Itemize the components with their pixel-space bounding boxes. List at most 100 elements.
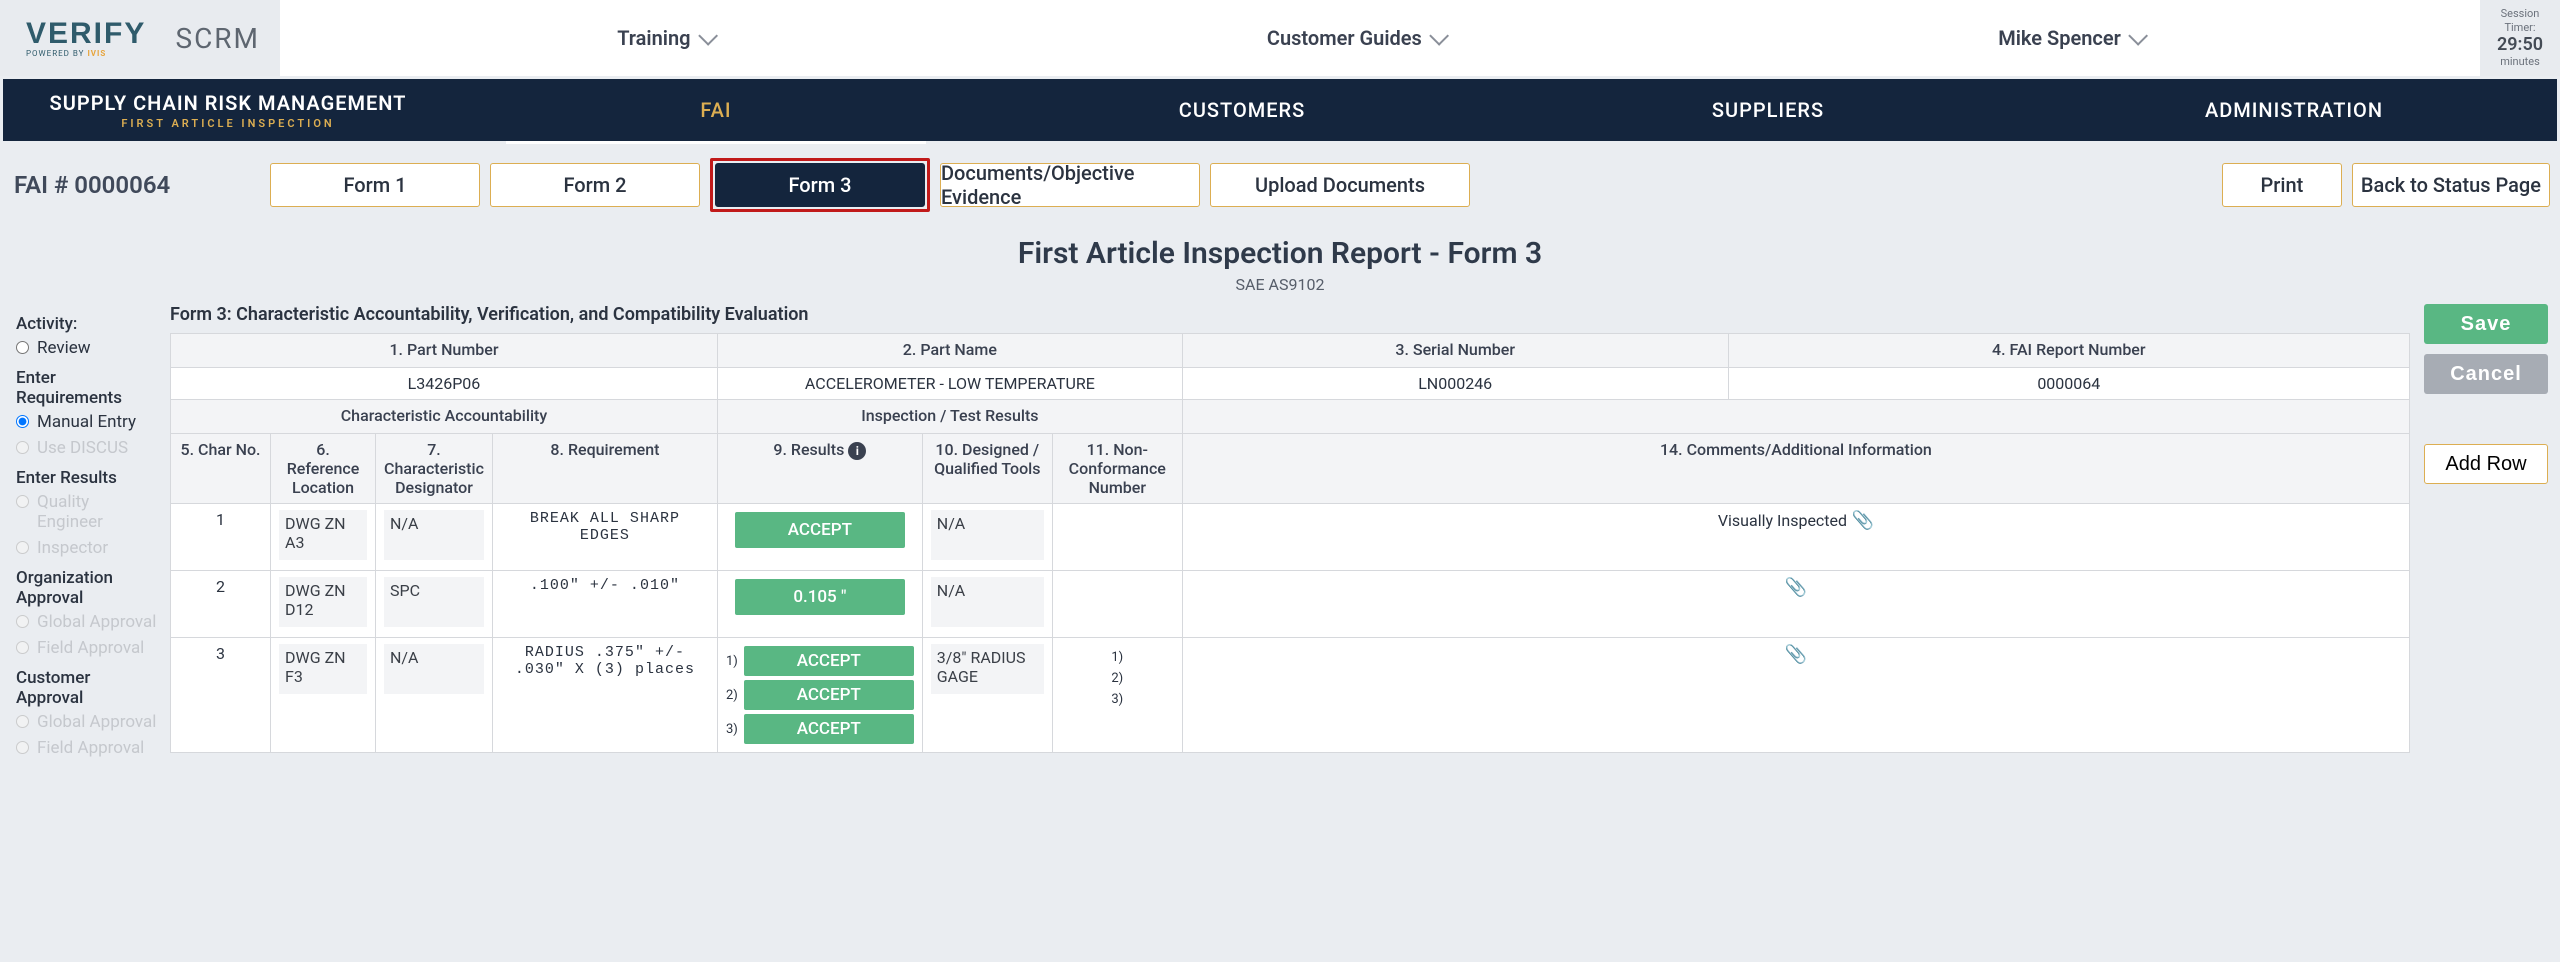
top-nav-customer-guides[interactable]: Customer Guides — [1267, 26, 1444, 50]
th-c9: 9. Results i — [717, 434, 922, 504]
add-row-button[interactable]: Add Row — [2424, 444, 2548, 484]
cell-comments: 📎 — [1182, 638, 2409, 753]
val-serial: LN000246 — [1182, 368, 1728, 400]
radio-manual-entry[interactable]: Manual Entry — [16, 412, 158, 432]
right-rail: Save Cancel Add Row — [2416, 304, 2556, 764]
radio-quality-engineer[interactable]: Quality Engineer — [16, 492, 158, 532]
th-c6: 6. Reference Location — [271, 434, 376, 504]
tool-input[interactable] — [931, 644, 1044, 694]
th-c5: 5. Char No. — [171, 434, 271, 504]
form3-button[interactable]: Form 3 — [715, 163, 925, 207]
result-index: 2) — [726, 688, 738, 703]
result-pill[interactable]: ACCEPT — [744, 714, 914, 744]
session-time: 29:50 — [2497, 34, 2543, 56]
top-bar: VERIFY POWERED BY IVIS SCRM Training Cus… — [0, 0, 2560, 76]
fai-number: FAI # 0000064 — [10, 171, 260, 199]
verify-logo-text: VERIFY — [26, 19, 146, 49]
paperclip-icon[interactable]: 📎 — [1847, 510, 1874, 531]
page-heading: First Article Inspection Report - Form 3… — [0, 236, 2560, 294]
radio-review[interactable]: Review — [16, 338, 158, 358]
th-insp-test: Inspection / Test Results — [717, 400, 1182, 434]
tool-input[interactable] — [931, 510, 1044, 560]
result-index: 3) — [726, 722, 738, 737]
result-pill[interactable]: ACCEPT — [735, 512, 905, 548]
tab-fai[interactable]: FAI — [453, 79, 979, 141]
paperclip-icon[interactable]: 📎 — [1785, 577, 1807, 598]
chevron-down-icon — [1429, 26, 1449, 46]
radio-use-discus[interactable]: Use DISCUS — [16, 438, 158, 458]
back-to-status-button[interactable]: Back to Status Page — [2352, 163, 2550, 207]
form-area: Form 3: Characteristic Accountability, V… — [164, 304, 2416, 764]
form-caption: Form 3: Characteristic Accountability, V… — [170, 304, 2410, 325]
cancel-button[interactable]: Cancel — [2424, 354, 2548, 394]
form1-button[interactable]: Form 1 — [270, 163, 480, 207]
documents-button[interactable]: Documents/Objective Evidence — [940, 163, 1200, 207]
cell-nc — [1052, 571, 1182, 638]
top-nav-training[interactable]: Training — [617, 26, 712, 50]
verify-logo-sub: POWERED BY IVIS — [26, 49, 146, 58]
th-report: 4. FAI Report Number — [1728, 334, 2409, 368]
tab-suppliers[interactable]: SUPPLIERS — [1505, 79, 2031, 141]
cell-tool — [922, 571, 1052, 638]
top-nav-user[interactable]: Mike Spencer — [1998, 26, 2143, 50]
blue-tabs: FAI CUSTOMERS SUPPLIERS ADMINISTRATION — [453, 79, 2557, 141]
reference-location-input[interactable] — [279, 577, 367, 627]
upload-documents-button[interactable]: Upload Documents — [1210, 163, 1470, 207]
scrm-label: SCRM — [175, 22, 260, 55]
form2-button[interactable]: Form 2 — [490, 163, 700, 207]
result-pill[interactable]: ACCEPT — [744, 646, 914, 676]
cell-char-no: 1 — [171, 504, 271, 571]
tab-administration[interactable]: ADMINISTRATION — [2031, 79, 2557, 141]
nc-index: 1) — [1061, 650, 1174, 665]
session-unit: minutes — [2500, 55, 2540, 68]
cell-designator — [376, 571, 493, 638]
fai-table: 1. Part Number 2. Part Name 3. Serial Nu… — [170, 333, 2410, 753]
blue-nav: SUPPLY CHAIN RISK MANAGEMENT FIRST ARTIC… — [3, 79, 2557, 141]
radio-cust-global-approval[interactable]: Global Approval — [16, 712, 158, 732]
result-pill[interactable]: ACCEPT — [744, 680, 914, 710]
radio-cust-field-approval[interactable]: Field Approval — [16, 738, 158, 758]
cell-designator — [376, 638, 493, 753]
table-row: 3RADIUS .375" +/- .030" X (3) places1)AC… — [171, 638, 2410, 753]
radio-inspector[interactable]: Inspector — [16, 538, 158, 558]
paperclip-icon[interactable]: 📎 — [1785, 644, 1807, 665]
cust-approval-label: Customer Approval — [16, 668, 158, 708]
cell-nc — [1052, 504, 1182, 571]
page-title: First Article Inspection Report - Form 3 — [0, 236, 2560, 271]
th-c8: 8. Requirement — [492, 434, 717, 504]
table-row: 1BREAK ALL SHARP EDGESACCEPTVisually Ins… — [171, 504, 2410, 571]
reference-location-input[interactable] — [279, 644, 367, 694]
sub-toolbar: FAI # 0000064 Form 1 Form 2 Form 3 Docum… — [0, 144, 2560, 226]
tab-customers[interactable]: CUSTOMERS — [979, 79, 1505, 141]
print-button[interactable]: Print — [2222, 163, 2342, 207]
session-label2: Timer: — [2504, 21, 2535, 34]
enter-req-label: Enter Requirements — [16, 368, 158, 408]
radio-field-approval[interactable]: Field Approval — [16, 638, 158, 658]
top-nav-training-label: Training — [617, 26, 690, 50]
info-icon[interactable]: i — [848, 442, 866, 460]
th-part-name: 2. Part Name — [717, 334, 1182, 368]
designator-input[interactable] — [384, 577, 484, 627]
comment-text: Visually Inspected — [1718, 511, 1847, 530]
cell-char-no: 2 — [171, 571, 271, 638]
nc-index: 3) — [1061, 692, 1174, 707]
enter-res-label: Enter Results — [16, 468, 158, 488]
cell-tool — [922, 638, 1052, 753]
blue-subtitle: FIRST ARTICLE INSPECTION — [3, 117, 453, 130]
designator-input[interactable] — [384, 510, 484, 560]
reference-location-input[interactable] — [279, 510, 367, 560]
cell-ref-loc — [271, 504, 376, 571]
activity-label: Activity: — [16, 314, 158, 334]
chevron-down-icon — [2128, 26, 2148, 46]
tool-input[interactable] — [931, 577, 1044, 627]
save-button[interactable]: Save — [2424, 304, 2548, 344]
cell-results: 0.105 " — [717, 571, 922, 638]
chevron-down-icon — [698, 26, 718, 46]
radio-global-approval[interactable]: Global Approval — [16, 612, 158, 632]
cell-requirement: .100" +/- .010" — [492, 571, 717, 638]
designator-input[interactable] — [384, 644, 484, 694]
blue-title-block: SUPPLY CHAIN RISK MANAGEMENT FIRST ARTIC… — [3, 91, 453, 130]
result-pill[interactable]: 0.105 " — [735, 579, 905, 615]
blue-title: SUPPLY CHAIN RISK MANAGEMENT — [3, 91, 453, 115]
org-approval-label: Organization Approval — [16, 568, 158, 608]
